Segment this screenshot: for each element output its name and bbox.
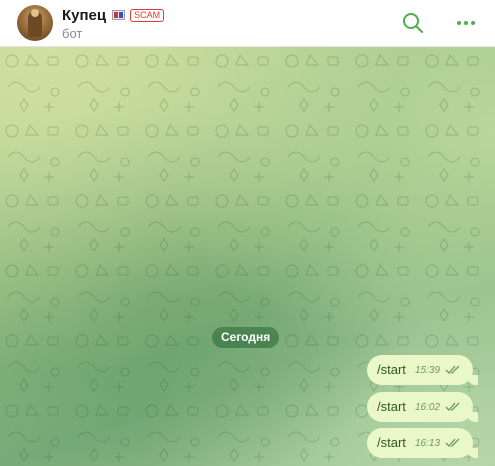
more-icon[interactable] (455, 14, 477, 32)
message-time: 16:02 (415, 402, 441, 413)
chat-header: Купец SCAM бот (0, 0, 495, 47)
chat-subtitle: бот (62, 26, 83, 41)
search-icon[interactable] (402, 12, 424, 34)
message-bubble[interactable]: /start 15:39 (367, 355, 478, 385)
date-separator: Сегодня (212, 327, 280, 348)
double-check-icon (445, 365, 460, 374)
message-text: /start (377, 362, 406, 377)
message-text: /start (377, 435, 406, 450)
message-bubble[interactable]: /start 16:02 (367, 392, 478, 422)
avatar-head (31, 9, 39, 17)
flag-icon (112, 10, 126, 20)
message-time: 15:39 (415, 365, 441, 376)
double-check-icon (445, 402, 460, 411)
message-time: 16:13 (415, 438, 441, 449)
chat-title: Купец (62, 6, 107, 24)
scam-badge: SCAM (130, 8, 165, 22)
message-text: /start (377, 399, 406, 414)
message-bubble[interactable]: /start 16:13 (367, 428, 478, 458)
avatar[interactable] (17, 5, 53, 41)
double-check-icon (445, 438, 460, 447)
title-row[interactable]: Купец SCAM (62, 6, 165, 24)
chat-area[interactable]: Сегодня /start 15:39 /start 16:02 /start… (0, 47, 495, 466)
